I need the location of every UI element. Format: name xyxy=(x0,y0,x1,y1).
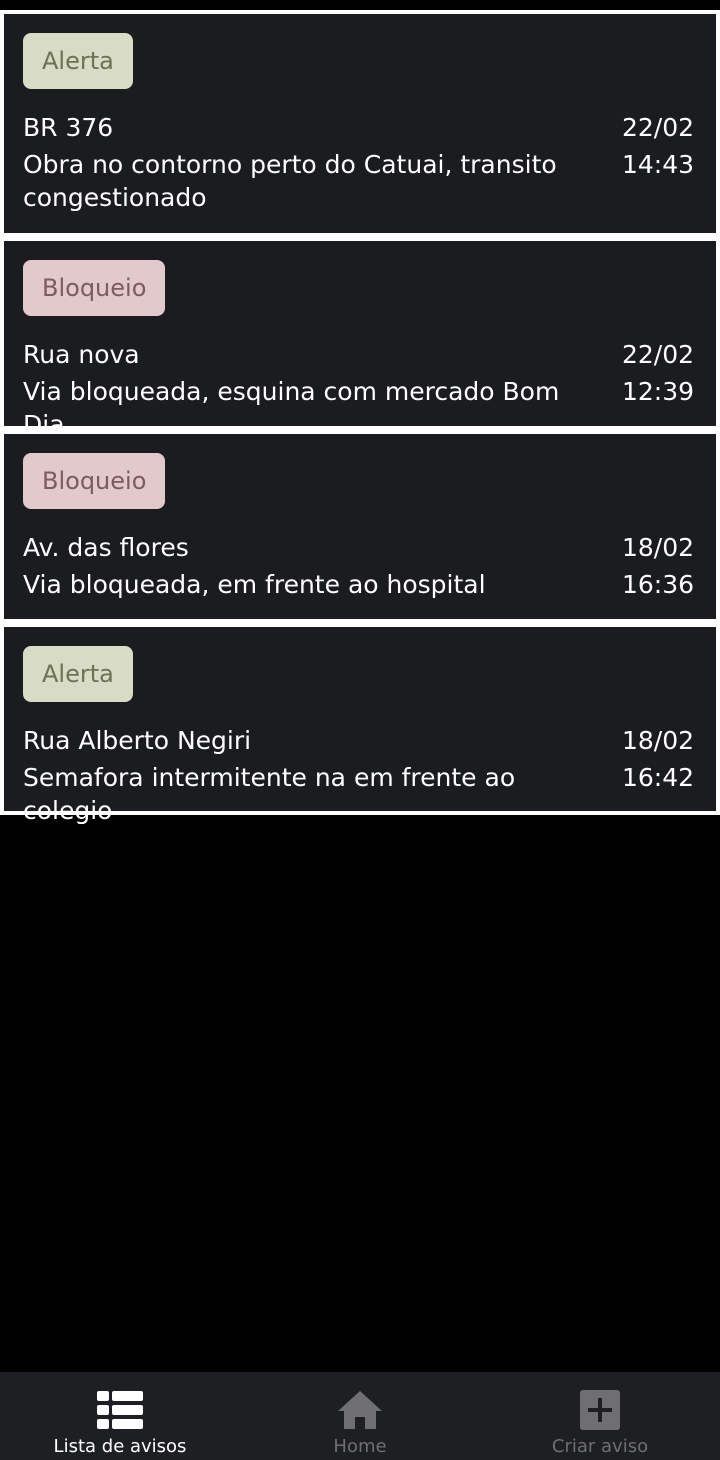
notice-description: Via bloqueada, em frente ao hospital xyxy=(23,570,486,599)
notice-card[interactable]: Alerta Rua Alberto Negiri 18/02 Semafora… xyxy=(4,627,716,825)
notice-type-chip[interactable]: Bloqueio xyxy=(23,453,166,509)
notice-card[interactable]: Bloqueio Rua nova 22/02 Via bloqueada, e… xyxy=(4,241,716,439)
notice-time: 16:42 xyxy=(621,763,694,792)
notice-description-row: Obra no contorno perto do Catuai, transi… xyxy=(23,148,694,214)
nav-item-criar-aviso[interactable]: Criar aviso xyxy=(480,1372,720,1460)
bottom-navigation: Lista de avisos Home Criar aviso xyxy=(0,1372,720,1460)
notice-description: Via bloqueada, esquina com mercado Bom D… xyxy=(23,377,560,439)
add-box-icon xyxy=(576,1387,624,1433)
notice-type-chip[interactable]: Alerta xyxy=(23,33,133,89)
notice-title: BR 376 xyxy=(23,113,114,142)
notice-date: 18/02 xyxy=(621,533,694,562)
notice-description: Semafora intermitente na em frente ao co… xyxy=(23,763,516,825)
nav-item-home[interactable]: Home xyxy=(240,1372,480,1460)
notice-type-chip[interactable]: Alerta xyxy=(23,646,133,702)
list-icon xyxy=(96,1387,144,1433)
notice-title-row: Av. das flores 18/02 xyxy=(23,531,694,564)
nav-label: Lista de avisos xyxy=(53,1436,187,1457)
notice-date: 22/02 xyxy=(621,340,694,369)
notice-card[interactable]: Alerta BR 376 22/02 Obra no contorno per… xyxy=(4,14,716,233)
notice-title-row: Rua Alberto Negiri 18/02 xyxy=(23,724,694,757)
notice-time: 16:36 xyxy=(621,570,694,599)
notice-description-row: Via bloqueada, esquina com mercado Bom D… xyxy=(23,375,694,441)
screen: Alerta BR 376 22/02 Obra no contorno per… xyxy=(0,0,720,1460)
notice-title-row: BR 376 22/02 xyxy=(23,111,694,144)
notice-title: Rua nova xyxy=(23,340,140,369)
notice-description: Obra no contorno perto do Catuai, transi… xyxy=(23,150,557,212)
home-icon xyxy=(336,1387,384,1433)
notice-list: Alerta BR 376 22/02 Obra no contorno per… xyxy=(0,10,720,825)
notice-card[interactable]: Bloqueio Av. das flores 18/02 Via bloque… xyxy=(4,434,716,619)
notice-title-row: Rua nova 22/02 xyxy=(23,338,694,371)
notice-date: 18/02 xyxy=(621,726,694,755)
nav-label: Home xyxy=(333,1436,387,1457)
notice-time: 12:39 xyxy=(621,377,694,406)
notice-description-row: Via bloqueada, em frente ao hospital 16:… xyxy=(23,568,694,601)
notice-description-row: Semafora intermitente na em frente ao co… xyxy=(23,761,694,827)
notice-title: Av. das flores xyxy=(23,533,189,562)
notice-date: 22/02 xyxy=(621,113,694,142)
nav-item-lista-de-avisos[interactable]: Lista de avisos xyxy=(0,1372,240,1460)
notice-title: Rua Alberto Negiri xyxy=(23,726,252,755)
notice-type-chip[interactable]: Bloqueio xyxy=(23,260,166,316)
notice-time: 14:43 xyxy=(621,150,694,179)
nav-label: Criar aviso xyxy=(551,1436,649,1457)
